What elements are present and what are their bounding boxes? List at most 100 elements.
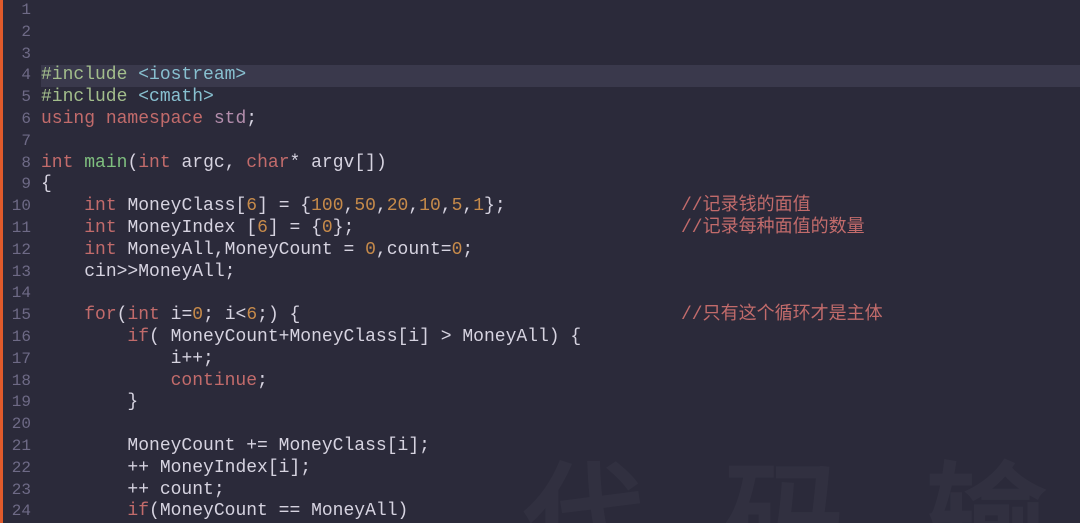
code-line[interactable]: ++ count; <box>41 480 1080 502</box>
code-line[interactable] <box>41 131 1080 153</box>
code-token: int <box>84 240 127 260</box>
code-token <box>41 196 84 216</box>
code-line[interactable]: using namespace std; <box>41 109 1080 131</box>
code-token: namespace <box>106 109 214 129</box>
code-token: MoneyCount <box>225 240 344 260</box>
code-comment: //记录每种面值的数量 <box>681 218 865 240</box>
code-line[interactable]: if( MoneyCount+MoneyClass[i] > MoneyAll)… <box>41 327 1080 349</box>
line-number: 1 <box>3 0 35 22</box>
code-token: MoneyClass <box>127 196 235 216</box>
code-token <box>41 371 171 391</box>
line-number: 2 <box>3 22 35 44</box>
code-token: 6 <box>246 305 257 325</box>
line-number: 22 <box>3 458 35 480</box>
code-token: [ <box>387 436 398 456</box>
code-token <box>41 262 84 282</box>
code-token: [ <box>268 458 279 478</box>
code-line[interactable]: int MoneyAll,MoneyCount = 0,count=0; <box>41 240 1080 262</box>
code-editor[interactable]: 123456789101112131415161718192021222324 … <box>0 0 1080 523</box>
code-line[interactable]: } <box>41 392 1080 414</box>
line-number: 18 <box>3 371 35 393</box>
code-line[interactable]: continue; <box>41 371 1080 393</box>
line-number: 12 <box>3 240 35 262</box>
code-token: ] <box>419 327 441 347</box>
code-token: 1 <box>473 196 484 216</box>
code-token: MoneyCount <box>160 501 279 521</box>
code-token: { <box>41 174 52 194</box>
code-line[interactable] <box>41 283 1080 305</box>
code-token: , <box>408 196 419 216</box>
code-token: 5 <box>452 196 463 216</box>
line-number: 16 <box>3 327 35 349</box>
code-line[interactable]: int main(int argc, char* argv[]) <box>41 153 1080 175</box>
code-token: + <box>279 327 290 347</box>
code-token: , <box>462 196 473 216</box>
code-token: 0 <box>192 305 203 325</box>
code-line[interactable]: if(MoneyCount == MoneyAll) <box>41 501 1080 523</box>
code-token: int <box>138 153 181 173</box>
code-token: 0 <box>322 218 333 238</box>
code-token: = <box>344 240 366 260</box>
code-line[interactable]: i++; <box>41 349 1080 371</box>
code-token: >> <box>117 262 139 282</box>
code-comment: //记录钱的面值 <box>681 196 811 218</box>
code-token <box>41 349 171 369</box>
code-token: ] = { <box>257 196 311 216</box>
code-token: ++ <box>181 349 203 369</box>
line-number: 5 <box>3 87 35 109</box>
code-area[interactable]: 代 码 输 #include <iostream>#include <cmath… <box>35 0 1080 523</box>
code-token: ) <box>398 501 409 521</box>
code-token: <iostream> <box>138 65 246 85</box>
code-line[interactable]: cin>>MoneyAll; <box>41 262 1080 284</box>
code-line[interactable]: int MoneyIndex [6] = {0};//记录每种面值的数量 <box>41 218 1080 240</box>
code-token: ( <box>149 501 160 521</box>
code-token: ;) { <box>257 305 300 325</box>
code-token: MoneyAll <box>138 262 224 282</box>
code-token: ++ <box>127 480 159 500</box>
code-line[interactable]: { <box>41 174 1080 196</box>
code-token: MoneyAll <box>462 327 548 347</box>
code-token: MoneyAll <box>311 501 397 521</box>
code-token <box>41 392 127 412</box>
line-number: 7 <box>3 131 35 153</box>
code-token: 10 <box>419 196 441 216</box>
code-token: count <box>160 480 214 500</box>
code-token: MoneyCount <box>127 436 246 456</box>
code-line[interactable]: #include <cmath> <box>41 87 1080 109</box>
code-line[interactable]: for(int i=0; i<6;) {//只有这个循环才是主体 <box>41 305 1080 327</box>
code-token: 50 <box>354 196 376 216</box>
code-token: i <box>225 305 236 325</box>
code-token: }; <box>333 218 355 238</box>
code-token: argc <box>181 153 224 173</box>
line-number-gutter: 123456789101112131415161718192021222324 <box>3 0 35 523</box>
code-token: ]; <box>408 436 430 456</box>
code-token: = <box>441 240 452 260</box>
code-token: 0 <box>365 240 376 260</box>
code-token: += <box>246 436 278 456</box>
code-line[interactable]: #include <iostream> <box>41 65 1080 87</box>
code-token: , <box>214 240 225 260</box>
line-number: 3 <box>3 44 35 66</box>
code-token: int <box>127 305 170 325</box>
code-line[interactable]: MoneyCount += MoneyClass[i]; <box>41 436 1080 458</box>
line-number: 8 <box>3 153 35 175</box>
code-token: , <box>344 196 355 216</box>
line-number: 15 <box>3 305 35 327</box>
code-token: <cmath> <box>138 87 214 107</box>
code-token: []) <box>354 153 386 173</box>
code-token: ] = { <box>268 218 322 238</box>
code-token: 6 <box>257 218 268 238</box>
code-token: } <box>127 392 138 412</box>
code-token: continue <box>171 371 257 391</box>
code-line[interactable] <box>41 414 1080 436</box>
code-token <box>41 305 84 325</box>
code-token: ; <box>225 262 236 282</box>
code-token: = <box>181 305 192 325</box>
code-token <box>41 480 127 500</box>
code-token: [ <box>246 218 257 238</box>
code-token: i <box>398 436 409 456</box>
code-line[interactable]: int MoneyClass[6] = {100,50,20,10,5,1};/… <box>41 196 1080 218</box>
line-number: 21 <box>3 436 35 458</box>
line-number: 13 <box>3 262 35 284</box>
code-line[interactable]: ++ MoneyIndex[i]; <box>41 458 1080 480</box>
